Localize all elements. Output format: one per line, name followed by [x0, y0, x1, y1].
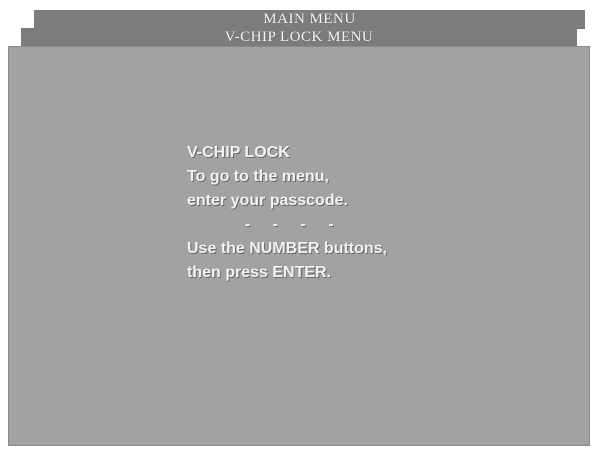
main-menu-title: MAIN MENU	[263, 10, 356, 27]
main-menu-bar: MAIN MENU	[34, 10, 585, 29]
instruction-line-4: then press ENTER.	[187, 264, 332, 281]
vchip-lock-menu-title: V-CHIP LOCK MENU	[224, 28, 374, 45]
instruction-line-2: enter your passcode.	[187, 192, 348, 209]
vchip-lock-dialog: V-CHIP LOCK To go to the menu, enter you…	[187, 141, 387, 285]
instruction-line-1: To go to the menu,	[187, 168, 329, 185]
vchip-lock-menu-bar: V-CHIP LOCK MENU	[21, 28, 577, 47]
passcode-input[interactable]: - - - -	[187, 213, 387, 237]
instruction-line-3: Use the NUMBER buttons,	[187, 240, 387, 257]
dialog-title: V-CHIP LOCK	[187, 144, 290, 161]
